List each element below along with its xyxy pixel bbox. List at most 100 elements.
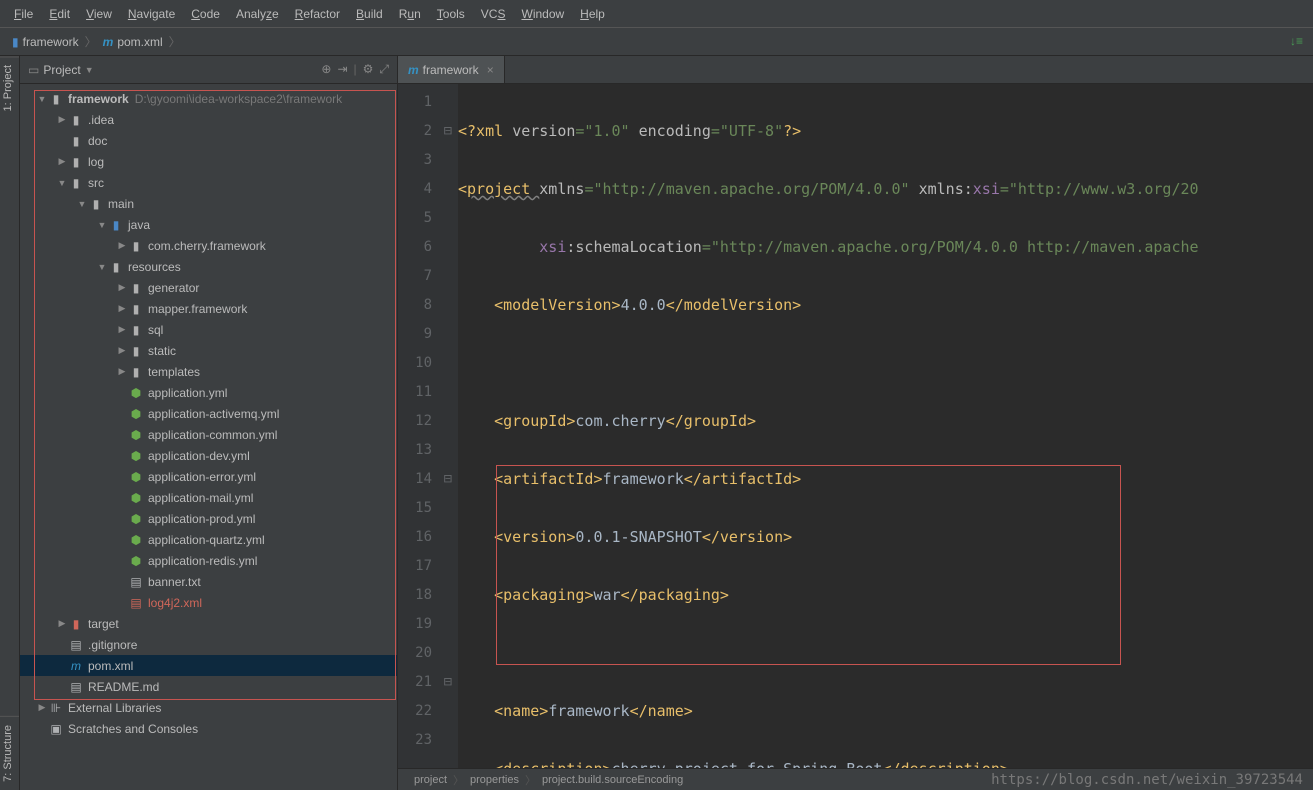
tree-label: java [128,218,150,232]
spring-icon: ⬢ [128,470,144,484]
tree-label: com.cherry.framework [148,239,266,253]
tree-file-quartz[interactable]: ⬢application-quartz.yml [20,529,397,550]
breadcrumb-project-label: framework [23,35,79,49]
menu-view[interactable]: View [78,3,120,25]
menu-build[interactable]: Build [348,3,391,25]
tree-label: generator [148,281,199,295]
tree-resources[interactable]: ▼▮resources [20,256,397,277]
tree-sql[interactable]: ▶▮sql [20,319,397,340]
code-content[interactable]: <?xml version="1.0" encoding="UTF-8"?> <… [458,84,1313,768]
project-panel: ▭ Project ▼ ⊕ ⇥ | ⚙ ⤢ ▼▮frameworkD:\gyoo… [20,56,398,790]
menu-tools[interactable]: Tools [429,3,473,25]
folder-icon: ▮ [128,302,144,316]
tree-root[interactable]: ▼▮frameworkD:\gyoomi\idea-workspace2\fra… [20,88,397,109]
spring-icon: ⬢ [128,491,144,505]
markdown-icon: ▤ [68,680,84,694]
collapse-icon[interactable]: ⇥ [337,62,347,77]
tree-label: static [148,344,176,358]
menu-edit[interactable]: Edit [41,3,78,25]
breadcrumb-file[interactable]: mpom.xml [99,35,167,49]
tree-generator[interactable]: ▶▮generator [20,277,397,298]
editor-tab-framework[interactable]: m framework × [398,56,505,83]
folder-icon: ▮ [68,113,84,127]
locate-icon[interactable]: ⊕ [321,62,331,77]
tree-file-dev[interactable]: ⬢application-dev.yml [20,445,397,466]
folder-icon: ▮ [128,281,144,295]
menu-vcs[interactable]: VCS [473,3,514,25]
tree-label: application-error.yml [148,470,256,484]
folder-icon: ▮ [68,155,84,169]
breadcrumb-sep: 〉 [169,33,181,50]
panel-tools: ⊕ ⇥ | ⚙ ⤢ [321,62,389,77]
menu-file[interactable]: File [6,3,41,25]
tree-file-log4j[interactable]: ▤log4j2.xml [20,592,397,613]
spring-icon: ⬢ [128,533,144,547]
tree-external-libs[interactable]: ▶⊪External Libraries [20,697,397,718]
tree-pom-selected[interactable]: mpom.xml [20,655,397,676]
tree-label: templates [148,365,200,379]
tree-static[interactable]: ▶▮static [20,340,397,361]
tree-mapper[interactable]: ▶▮mapper.framework [20,298,397,319]
menu-help[interactable]: Help [572,3,613,25]
gear-icon[interactable]: ⚙ [363,62,374,77]
editor-tabs: m framework × [398,56,1313,84]
tree-file-common[interactable]: ⬢application-common.yml [20,424,397,445]
project-icon: ▭ [28,63,39,77]
spring-icon: ⬢ [128,512,144,526]
tree-src[interactable]: ▼▮src [20,172,397,193]
tree-file-prod[interactable]: ⬢application-prod.yml [20,508,397,529]
code-editor[interactable]: 12⊟34567891011121314⊟15161718192021⊟2223… [398,84,1313,768]
project-view-selector[interactable]: ▭ Project ▼ [28,63,94,77]
breadcrumb-project[interactable]: ▮framework [8,35,83,49]
menu-navigate[interactable]: Navigate [120,3,183,25]
tree-java[interactable]: ▼▮java [20,214,397,235]
tree-doc[interactable]: ▮doc [20,130,397,151]
crumb-encoding[interactable]: project.build.sourceEncoding [536,774,689,786]
menu-code[interactable]: Code [183,3,228,25]
tree-label: application-mail.yml [148,491,253,505]
tree-label: application-redis.yml [148,554,257,568]
tree-gitignore[interactable]: ▤.gitignore [20,634,397,655]
tree-file-err[interactable]: ⬢ application-error.yml [20,466,397,487]
tree-templates[interactable]: ▶▮templates [20,361,397,382]
folder-icon: ▮ [128,365,144,379]
menu-window[interactable]: Window [513,3,572,25]
crumb-project[interactable]: project [408,774,453,786]
project-tree[interactable]: ▼▮frameworkD:\gyoomi\idea-workspace2\fra… [20,84,397,790]
tree-target[interactable]: ▶▮target [20,613,397,634]
library-icon: ⊪ [48,701,64,715]
tree-log[interactable]: ▶▮log [20,151,397,172]
tree-label: banner.txt [148,575,201,589]
file-icon: ▤ [68,638,84,652]
menu-run[interactable]: Run [391,3,429,25]
sidetab-structure[interactable]: 7: Structure [0,716,19,790]
tree-package[interactable]: ▶▮com.cherry.framework [20,235,397,256]
source-folder-icon: ▮ [108,218,124,232]
spring-icon: ⬢ [128,386,144,400]
folder-icon: ▮ [128,344,144,358]
tree-label: src [88,176,104,190]
hide-icon[interactable]: ⤢ [379,62,389,77]
tree-readme[interactable]: ▤README.md [20,676,397,697]
sidetab-project[interactable]: 1: Project [0,56,19,119]
tree-scratches[interactable]: ▣Scratches and Consoles [20,718,397,739]
updates-indicator-icon[interactable]: ↓≡ [1290,34,1303,48]
tree-file-mail[interactable]: ⬢ application-mail.yml [20,487,397,508]
tool-window-strip-left: 1: Project 7: Structure [0,56,20,790]
tree-idea[interactable]: ▶▮.idea [20,109,397,130]
maven-icon: m [408,63,419,77]
tree-file-banner[interactable]: ▤banner.txt [20,571,397,592]
spring-icon: ⬢ [128,554,144,568]
tree-label: Scratches and Consoles [68,722,198,736]
menu-refactor[interactable]: Refactor [287,3,348,25]
spring-icon: ⬢ [128,449,144,463]
tree-file-amq[interactable]: ⬢application-activemq.yml [20,403,397,424]
tree-main[interactable]: ▼▮main [20,193,397,214]
tree-label: .idea [88,113,114,127]
close-icon[interactable]: × [487,63,494,77]
tree-file-app[interactable]: ⬢application.yml [20,382,397,403]
crumb-properties[interactable]: properties [464,774,525,786]
tree-file-redis[interactable]: ⬢ application-redis.yml [20,550,397,571]
menu-analyze[interactable]: Analyze [228,3,287,25]
tree-label: resources [128,260,181,274]
